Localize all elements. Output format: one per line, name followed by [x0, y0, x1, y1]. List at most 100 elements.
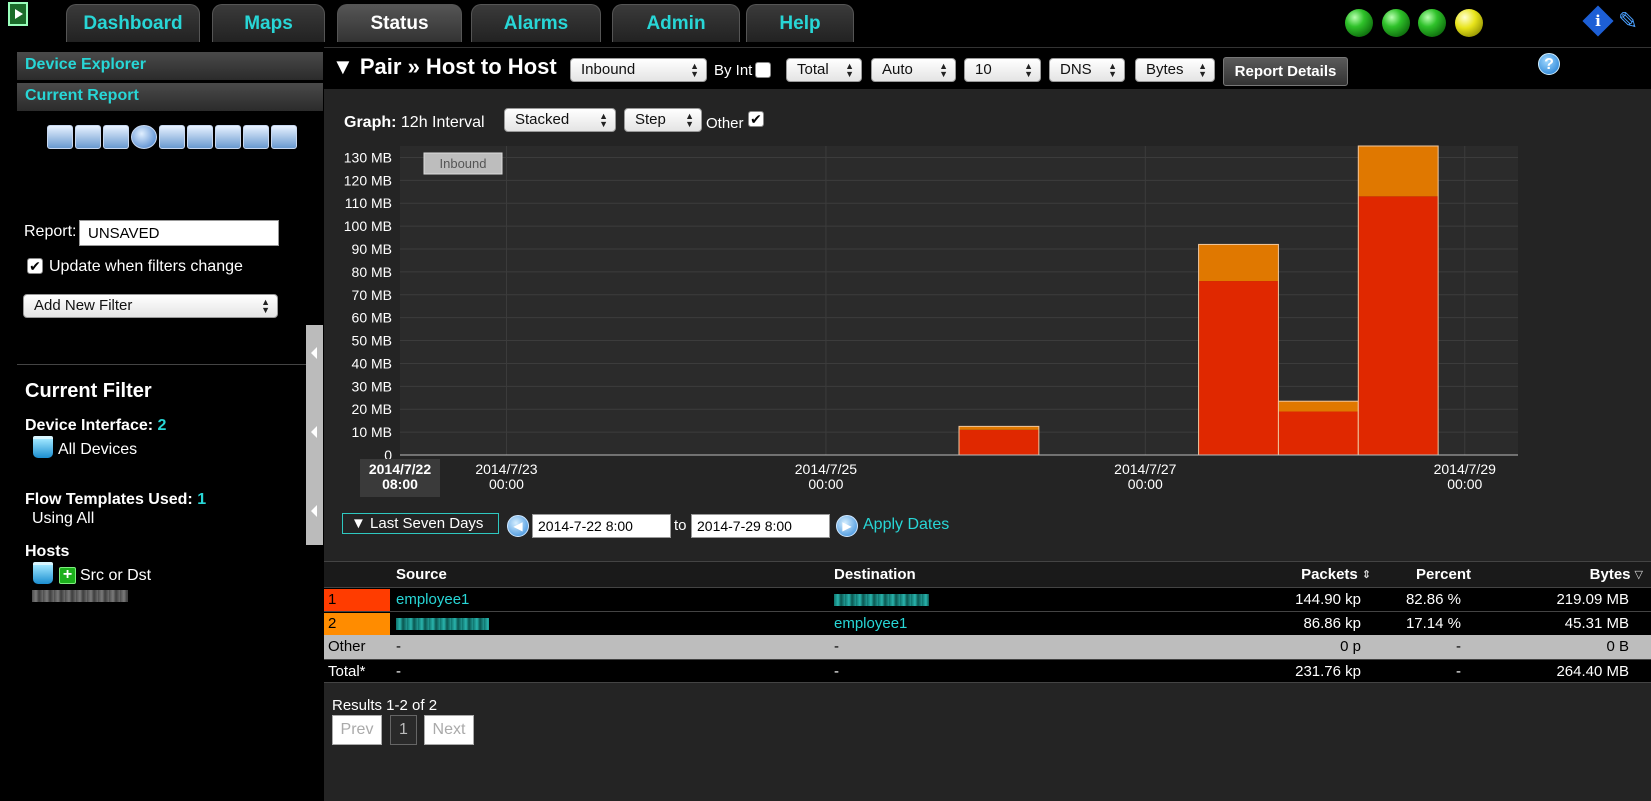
x-tick-time: 00:00: [1128, 476, 1163, 492]
trash-icon[interactable]: [33, 436, 53, 458]
count-value: 10: [975, 61, 992, 78]
edit-icon[interactable]: [47, 125, 73, 149]
y-tick-label: 10 MB: [352, 424, 392, 440]
report-header: ▼ Pair » Host to Host Inbound ▲ ▼ By Int …: [324, 47, 1651, 89]
unit-select[interactable]: Bytes ▲ ▼: [1135, 58, 1215, 82]
by-int-checkbox[interactable]: [755, 62, 771, 78]
legend-label: Inbound: [440, 156, 487, 171]
next-page-button[interactable]: Next: [424, 715, 474, 745]
collapse-arrow-icon[interactable]: [311, 347, 317, 359]
current-report-header[interactable]: Current Report: [17, 83, 323, 111]
tools-icon[interactable]: ✎: [1615, 9, 1641, 35]
previous-range-icon[interactable]: ◀: [507, 515, 529, 537]
info-icon[interactable]: i: [1582, 5, 1614, 37]
current-filter-title: Current Filter: [25, 380, 152, 402]
add-host-icon[interactable]: +: [59, 567, 76, 584]
graph-mode-value: Stacked: [515, 111, 570, 128]
tab-alarms[interactable]: Alarms: [471, 4, 601, 42]
select-arrows-icon: ▲ ▼: [685, 111, 694, 129]
destination-column-header[interactable]: Destination: [834, 562, 916, 586]
email-icon[interactable]: [215, 125, 241, 149]
trash-icon[interactable]: [33, 562, 53, 584]
update-when-filters-change-checkbox[interactable]: ✔: [27, 258, 43, 274]
collapse-arrow-icon[interactable]: [311, 505, 317, 517]
save-icon[interactable]: [75, 125, 101, 149]
series-color-swatch: 1: [324, 589, 390, 611]
schedule-icon[interactable]: [131, 125, 157, 149]
bar-segment: [1278, 401, 1359, 412]
auto-select[interactable]: Auto ▲ ▼: [871, 58, 956, 82]
packets-column-header[interactable]: Packets ⇕: [1301, 562, 1371, 586]
bar-segment: [1358, 146, 1439, 197]
x-tick-date: 2014/7/27: [1114, 461, 1176, 477]
count-select[interactable]: 10 ▲ ▼: [964, 58, 1041, 82]
print-icon[interactable]: [159, 125, 185, 149]
tab-help[interactable]: Help: [746, 4, 854, 42]
start-date-input[interactable]: [532, 514, 671, 538]
graph-mode-select[interactable]: Stacked ▲ ▼: [504, 108, 616, 132]
add-new-filter-select[interactable]: Add New Filter ▲ ▼: [23, 294, 278, 318]
y-tick-label: 50 MB: [352, 333, 392, 349]
prev-page-button[interactable]: Prev: [332, 715, 382, 745]
report-name-input[interactable]: [79, 220, 279, 246]
percent-column-header[interactable]: Percent: [1416, 562, 1471, 586]
report-title[interactable]: ▼ Pair » Host to Host: [332, 54, 557, 80]
total-select[interactable]: Total ▲ ▼: [786, 58, 862, 82]
export-icon[interactable]: [187, 125, 213, 149]
collapse-arrow-icon[interactable]: [311, 426, 317, 438]
auto-value: Auto: [882, 61, 913, 78]
tab-admin[interactable]: Admin: [612, 4, 740, 42]
percent-cell: 82.86 %: [1405, 591, 1461, 608]
bytes-header-text: Bytes: [1589, 566, 1631, 583]
redacted-source[interactable]: [396, 618, 489, 630]
date-range-preset[interactable]: ▼ Last Seven Days: [342, 513, 499, 534]
results-count: Results 1-2 of 2: [332, 697, 438, 714]
other-checkbox[interactable]: ✔: [748, 111, 764, 127]
select-arrows-icon: ▲ ▼: [261, 297, 270, 315]
sort-desc-icon[interactable]: ▽: [1635, 562, 1643, 588]
next-range-icon[interactable]: ▶: [836, 515, 858, 537]
sidebar-divider: [17, 364, 307, 365]
graph-style-select[interactable]: Step ▲ ▼: [624, 108, 702, 132]
direction-select[interactable]: Inbound ▲ ▼: [570, 58, 707, 82]
bar-segment: [959, 426, 1039, 430]
source-cell[interactable]: employee1: [396, 588, 469, 612]
table-row-other[interactable]: Other - - 0 p - 0 B: [324, 635, 1651, 659]
table-row[interactable]: 1 employee1 144.90 kp 82.86 % 219.09 MB: [324, 587, 1651, 611]
destination-cell[interactable]: employee1: [834, 612, 907, 636]
pdf-icon[interactable]: [271, 125, 297, 149]
help-icon[interactable]: ?: [1538, 53, 1560, 75]
select-arrows-icon: ▲ ▼: [845, 61, 854, 79]
status-led-green-icon[interactable]: [1418, 9, 1446, 37]
status-led-green-icon[interactable]: [1382, 9, 1410, 37]
table-row[interactable]: 2 employee1 86.86 kp 17.14 % 45.31 MB: [324, 611, 1651, 635]
report-details-button[interactable]: Report Details: [1223, 57, 1348, 86]
sort-both-icon[interactable]: ⇕: [1362, 562, 1371, 588]
flow-templates-label: Flow Templates Used: 1: [25, 491, 206, 509]
fax-icon[interactable]: [243, 125, 269, 149]
bytes-column-header[interactable]: Bytes ▽: [1590, 562, 1643, 586]
page-number-button[interactable]: 1: [390, 715, 417, 745]
status-led-green-icon[interactable]: [1345, 9, 1373, 37]
unit-value: Bytes: [1146, 61, 1184, 78]
device-explorer-header[interactable]: Device Explorer: [17, 52, 323, 80]
end-date-input[interactable]: [691, 514, 830, 538]
tab-dashboard[interactable]: Dashboard: [66, 4, 200, 42]
bytes-cell: 45.31 MB: [1564, 615, 1629, 632]
tab-maps[interactable]: Maps: [212, 4, 325, 42]
source-column-header[interactable]: Source: [396, 562, 447, 586]
tab-status[interactable]: Status: [337, 4, 462, 42]
dns-select[interactable]: DNS ▲ ▼: [1049, 58, 1125, 82]
hosts-label: Hosts: [25, 543, 70, 560]
sidebar-collapse-bar[interactable]: [306, 325, 323, 545]
app-logo-icon[interactable]: [8, 2, 28, 26]
percent-cell: -: [1456, 638, 1461, 655]
status-led-yellow-icon[interactable]: [1455, 9, 1483, 37]
x-tick-time: 00:00: [808, 476, 843, 492]
y-tick-label: 80 MB: [352, 264, 392, 280]
flow-templates-text: Flow Templates Used:: [25, 491, 193, 508]
apply-dates-link[interactable]: Apply Dates: [863, 516, 949, 534]
redacted-destination[interactable]: [834, 594, 929, 606]
save-as-icon[interactable]: [103, 125, 129, 149]
report-toolbar: [47, 125, 297, 151]
